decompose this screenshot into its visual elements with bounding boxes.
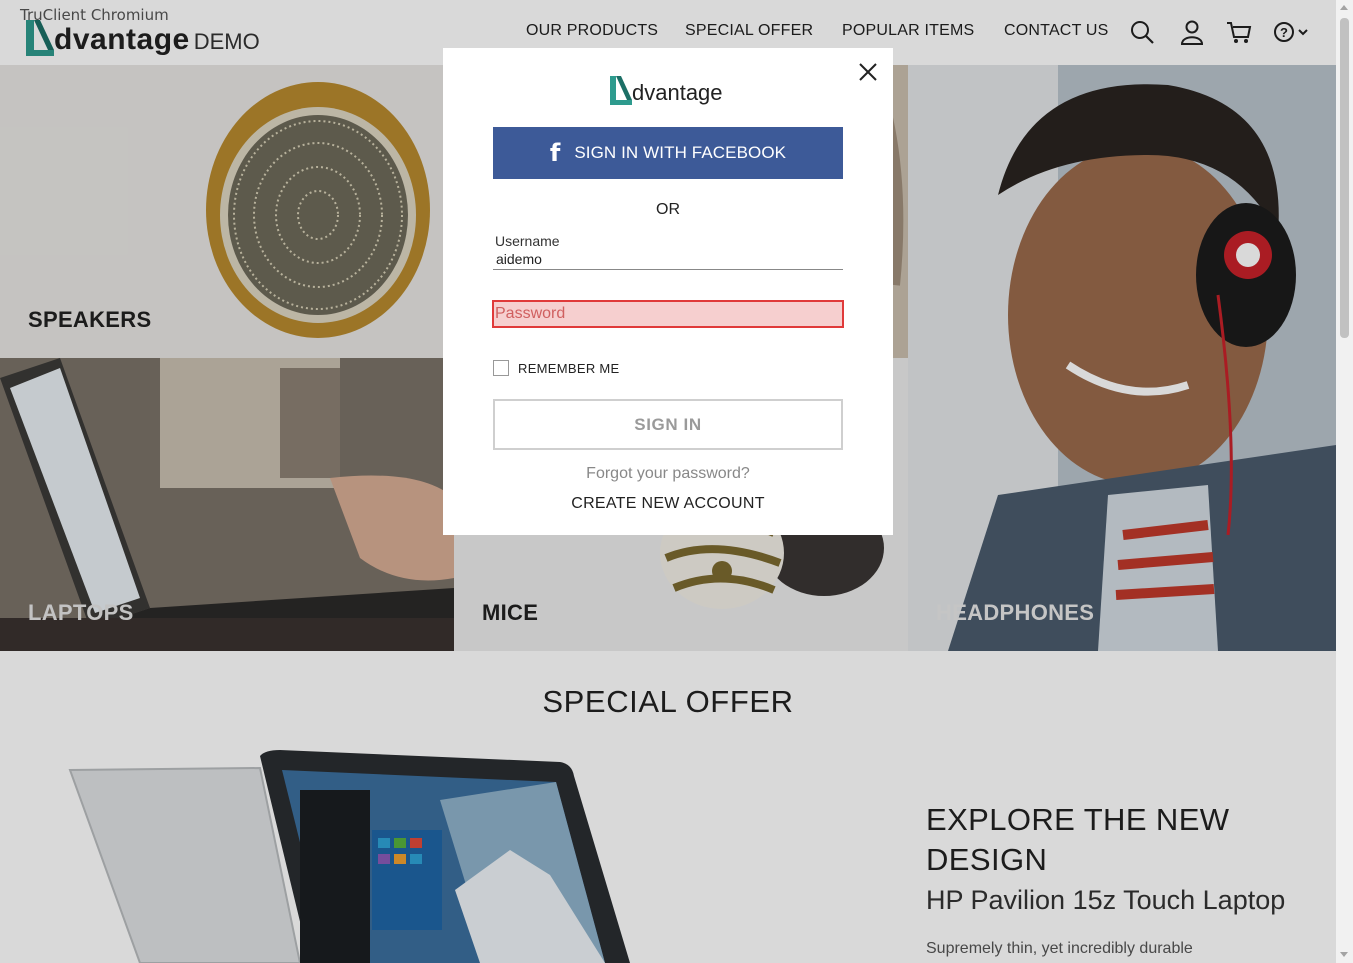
facebook-signin-button[interactable]: f SIGN IN WITH FACEBOOK xyxy=(493,127,843,179)
remember-me-label: REMEMBER ME xyxy=(518,360,620,376)
sign-in-button[interactable]: SIGN IN xyxy=(493,399,843,450)
username-field[interactable] xyxy=(493,248,843,270)
password-field[interactable] xyxy=(492,300,844,328)
username-label: Username xyxy=(495,233,560,249)
create-account-link[interactable]: CREATE NEW ACCOUNT xyxy=(443,495,893,513)
modal-logo: dvantage xyxy=(609,72,723,106)
page-scrollbar[interactable] xyxy=(1336,0,1353,963)
remember-me-toggle[interactable]: REMEMBER ME xyxy=(493,360,620,376)
advantage-logo-icon xyxy=(610,76,632,105)
remember-me-checkbox[interactable] xyxy=(493,360,509,376)
scroll-down-arrow-icon[interactable] xyxy=(1340,952,1348,957)
close-icon[interactable] xyxy=(856,60,880,84)
facebook-signin-label: SIGN IN WITH FACEBOOK xyxy=(574,143,787,162)
login-modal: dvantage f SIGN IN WITH FACEBOOK OR User… xyxy=(443,48,893,535)
facebook-icon: f xyxy=(549,139,561,167)
scroll-up-arrow-icon[interactable] xyxy=(1340,5,1348,10)
modal-logo-wordmark: dvantage xyxy=(632,80,723,105)
scroll-thumb[interactable] xyxy=(1340,18,1349,338)
forgot-password-link[interactable]: Forgot your password? xyxy=(443,465,893,483)
or-divider: OR xyxy=(656,201,680,218)
